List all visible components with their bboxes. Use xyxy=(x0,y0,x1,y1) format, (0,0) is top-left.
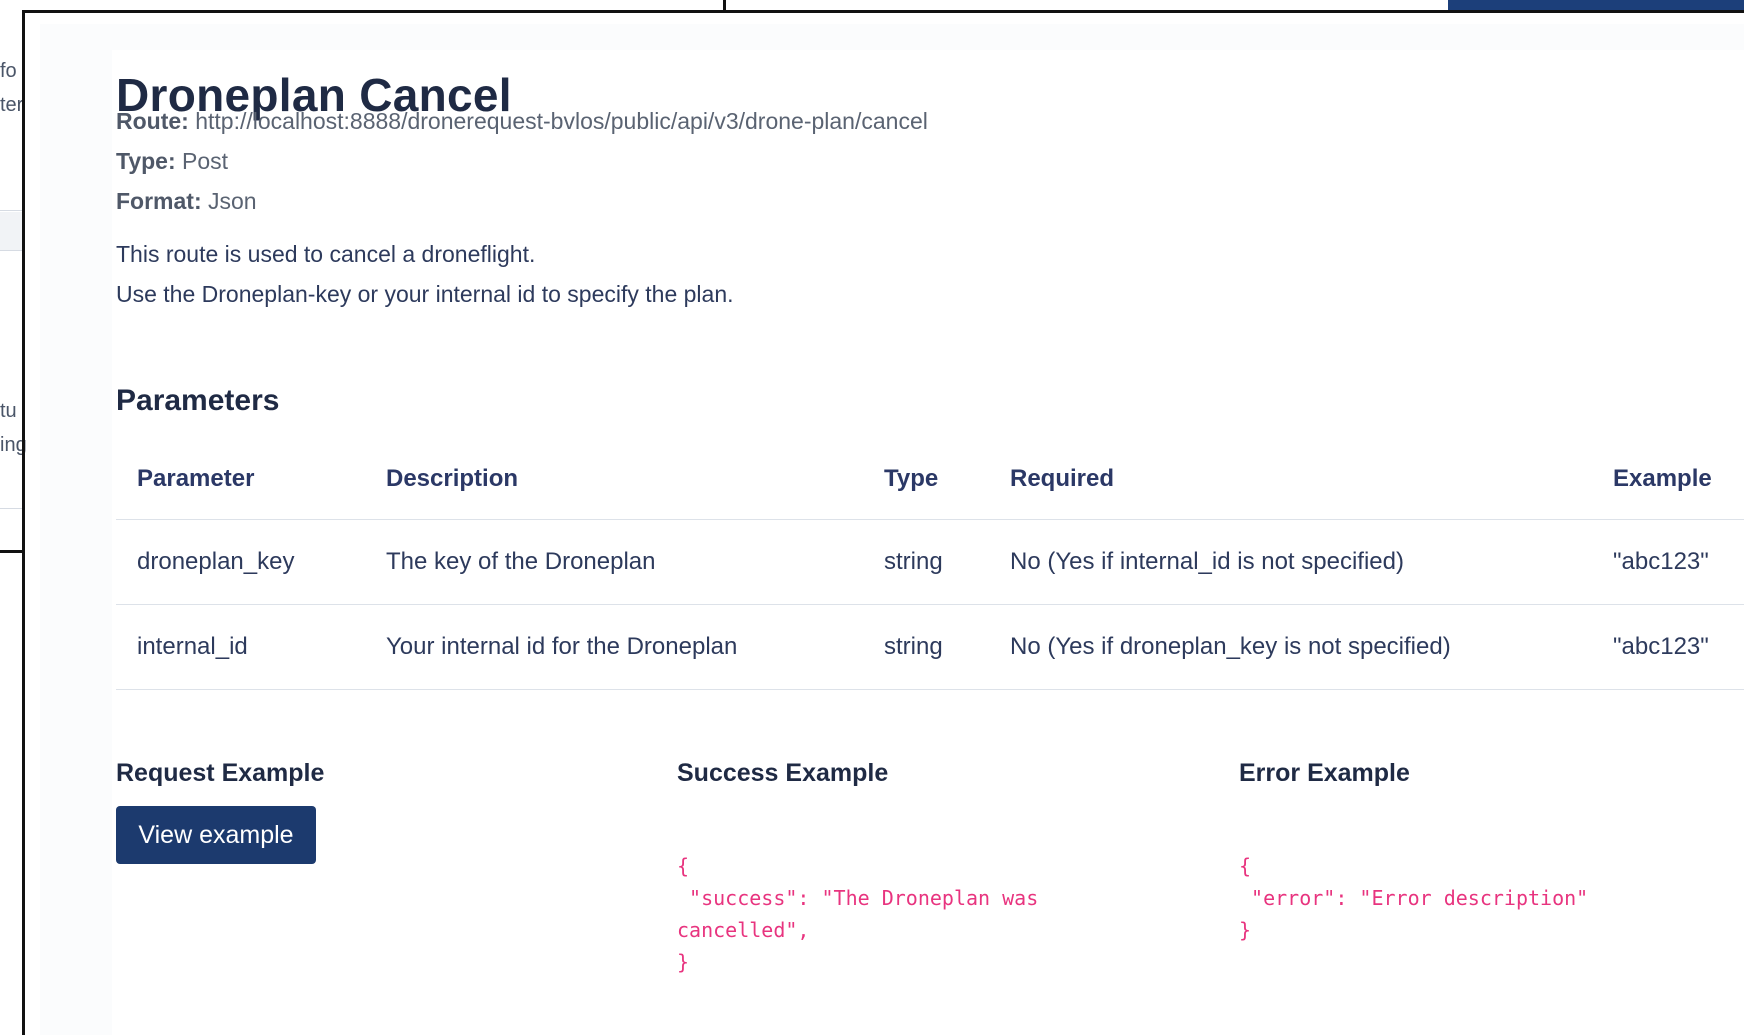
param-type-cell: string xyxy=(884,633,943,660)
background-window-edge xyxy=(22,10,25,1035)
background-accent-tab xyxy=(1448,0,1744,10)
route-label: Route: xyxy=(116,108,189,134)
column-header-parameter: Parameter xyxy=(137,465,255,492)
type-line: Type: Post xyxy=(116,148,228,175)
table-header-row: Parameter Description Type Required Exam… xyxy=(116,449,1744,520)
error-example-code: { "error": "Error description" } xyxy=(1239,854,1589,942)
format-line: Format: Json xyxy=(116,188,257,215)
background-text-fragment: tu xyxy=(0,400,17,422)
view-example-button[interactable]: View example xyxy=(116,806,316,864)
column-header-type: Type xyxy=(884,465,939,492)
table-row: droneplan_key The key of the Droneplan s… xyxy=(116,520,1744,605)
success-example-code: { "success": "The Droneplan was cancelle… xyxy=(677,854,1039,974)
success-example-heading: Success Example xyxy=(677,759,889,787)
format-label: Format: xyxy=(116,188,202,214)
background-text-fragment: fo xyxy=(0,60,17,82)
api-doc-card: Droneplan Cancel Route: http://localhost… xyxy=(40,24,1744,1035)
table-row: internal_id Your internal id for the Dro… xyxy=(116,605,1744,690)
format-value: Json xyxy=(208,188,257,214)
screenshot-stage: fo ter tu ing Droneplan Cancel Route: ht… xyxy=(0,0,1744,1035)
param-required-cell: No (Yes if internal_id is not specified) xyxy=(1010,548,1404,575)
parameters-table: Parameter Description Type Required Exam… xyxy=(116,449,1744,690)
background-window-edge xyxy=(723,0,726,12)
background-text-fragment: ter xyxy=(0,94,24,116)
param-example-cell: "abc123" xyxy=(1613,633,1709,660)
route-line: Route: http://localhost:8888/dronereques… xyxy=(116,108,928,135)
description-line: This route is used to cancel a droneflig… xyxy=(116,241,536,267)
error-example-heading: Error Example xyxy=(1239,759,1410,787)
param-example-cell: "abc123" xyxy=(1613,548,1709,575)
param-name-cell: internal_id xyxy=(137,633,248,660)
background-divider xyxy=(0,508,22,509)
route-value: http://localhost:8888/dronerequest-bvlos… xyxy=(195,108,928,134)
parameters-heading: Parameters xyxy=(116,384,280,417)
param-name-cell: droneplan_key xyxy=(137,548,295,575)
type-value: Post xyxy=(182,148,229,174)
description-line: Use the Droneplan-key or your internal i… xyxy=(116,281,734,307)
background-divider xyxy=(0,250,22,251)
param-description-cell: Your internal id for the Droneplan xyxy=(386,633,738,660)
background-divider xyxy=(0,210,22,211)
column-header-required: Required xyxy=(1010,465,1115,492)
param-description-cell: The key of the Droneplan xyxy=(386,548,656,575)
request-example-heading: Request Example xyxy=(116,759,325,787)
param-required-cell: No (Yes if droneplan_key is not specifie… xyxy=(1010,633,1451,660)
background-window-edge xyxy=(22,10,1744,13)
background-shaded-row xyxy=(0,212,22,250)
column-header-example: Example xyxy=(1613,465,1712,492)
type-label: Type: xyxy=(116,148,176,174)
param-type-cell: string xyxy=(884,548,943,575)
column-header-description: Description xyxy=(386,465,519,492)
